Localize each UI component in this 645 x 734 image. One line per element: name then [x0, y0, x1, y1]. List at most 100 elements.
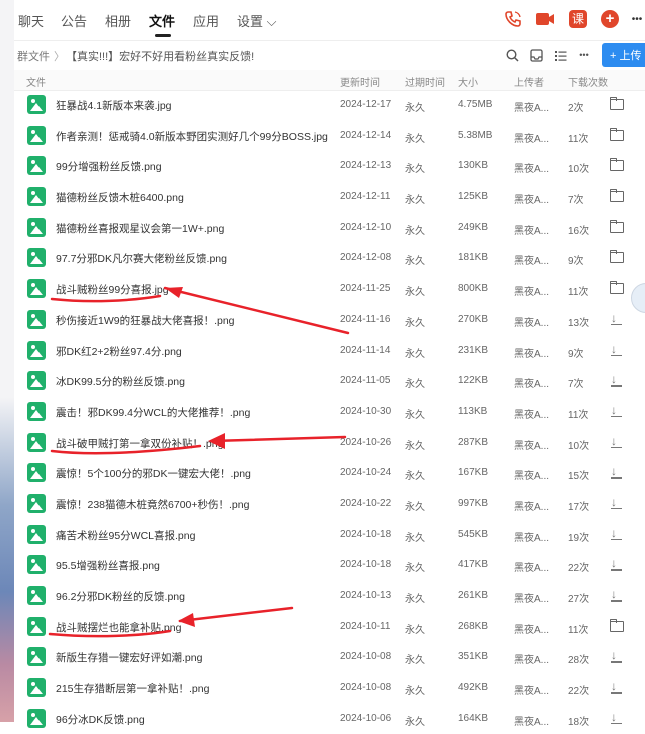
file-name[interactable]: 96.2分邪DK粉丝的反馈.png	[56, 589, 185, 604]
download-icon[interactable]: ↓	[610, 557, 624, 571]
file-download-count: 11次	[568, 133, 589, 145]
file-row[interactable]: 战斗贼粉丝99分喜报.jpg 2024-11-25 永久 800KB 黑夜A... 11次	[14, 274, 645, 305]
file-row[interactable]: 猫德粉丝喜报观星议会第一1W+.png 2024-12-10 永久 249KB 黑夜A.…	[14, 213, 645, 244]
file-name[interactable]: 冰DK99.5分的粉丝反馈.png	[56, 374, 185, 389]
file-uploader: 黑夜A...	[514, 501, 550, 513]
download-icon[interactable]: ↓	[610, 404, 624, 418]
upload-button[interactable]: + 上传	[602, 43, 645, 67]
file-name[interactable]: 秒伤接近1W9的狂暴战大佬喜报！.png	[56, 313, 235, 328]
file-row[interactable]: 猫德粉丝反馈木桩6400.png 2024-12-11 永久 125KB 黑夜A... 7…	[14, 182, 645, 213]
open-folder-icon[interactable]	[610, 127, 624, 142]
plus-circle-icon[interactable]: +	[599, 8, 621, 30]
col-date[interactable]: 更新时间	[340, 74, 380, 89]
col-name[interactable]: 文件	[26, 74, 46, 89]
open-folder-icon[interactable]	[610, 281, 624, 295]
open-folder-icon[interactable]	[610, 618, 624, 633]
download-icon[interactable]: ↓	[610, 373, 624, 387]
download-icon[interactable]: ↓	[610, 465, 624, 479]
file-name[interactable]: 95.5增强粉丝喜报.png	[56, 558, 160, 573]
file-name[interactable]: 战斗贼摆烂也能拿补贴.png	[56, 620, 181, 635]
tab-announcement[interactable]: 公告	[61, 11, 87, 30]
file-row[interactable]: 战斗贼摆烂也能拿补贴.png 2024-10-11 永久 268KB 黑夜A... 11次	[14, 612, 645, 643]
open-folder-icon[interactable]	[610, 158, 624, 172]
file-download-count: 11次	[568, 409, 589, 421]
file-name[interactable]: 狂暴战4.1新版本来袭.jpg	[56, 98, 172, 113]
phone-icon[interactable]	[502, 8, 524, 30]
file-download-count: 7次	[568, 195, 584, 207]
col-size[interactable]: 大小	[458, 74, 478, 89]
file-name[interactable]: 战斗破甲贼打第一拿双份补贴！.png	[56, 436, 223, 451]
more-options-icon[interactable]: •••	[576, 47, 592, 63]
col-downloads[interactable]: 下载次数	[568, 74, 608, 89]
video-icon[interactable]	[534, 8, 556, 30]
file-name[interactable]: 新版生存猎一键宏好评如潮.png	[56, 650, 202, 665]
file-name[interactable]: 99分增强粉丝反馈.png	[56, 159, 162, 174]
image-file-icon	[27, 217, 46, 237]
download-icon[interactable]: ↓	[610, 435, 624, 449]
file-row[interactable]: 震惊！238猫德木桩竟然6700+秒伤！.png 2024-10-22 永久 997K…	[14, 489, 645, 520]
file-row[interactable]: 作者亲测！惩戒骑4.0新版本野团实测好几个99分BOSS.jpg 2024-12-…	[14, 121, 645, 152]
file-row[interactable]: 新版生存猎一键宏好评如潮.png 2024-10-08 永久 351KB 黑夜A... 2…	[14, 642, 645, 673]
file-row[interactable]: 战斗破甲贼打第一拿双份补贴！.png 2024-10-26 永久 287KB 黑夜A..…	[14, 428, 645, 459]
image-file-icon	[27, 340, 46, 360]
file-name[interactable]: 震击！邪DK99.4分WCL的大佬推荐！.png	[56, 405, 250, 420]
file-row[interactable]: 秒伤接近1W9的狂暴战大佬喜报！.png 2024-11-16 永久 270KB 黑夜A…	[14, 305, 645, 336]
file-name[interactable]: 震惊！5个100分的邪DK一键宏大佬！.png	[56, 466, 251, 481]
file-row[interactable]: 99分增强粉丝反馈.png 2024-12-13 永久 130KB 黑夜A... 10次	[14, 151, 645, 182]
download-icon[interactable]: ↓	[610, 588, 624, 602]
search-icon[interactable]	[504, 47, 520, 63]
file-name[interactable]: 痛苦术粉丝95分WCL喜报.png	[56, 528, 195, 543]
file-row[interactable]: 96分冰DK反馈.png 2024-10-06 永久 164KB 黑夜A... 18次 ↓	[14, 704, 645, 734]
file-size: 130KB	[458, 160, 489, 172]
file-name[interactable]: 战斗贼粉丝99分喜报.jpg	[56, 282, 169, 297]
file-row[interactable]: 冰DK99.5分的粉丝反馈.png 2024-11-05 永久 122KB 黑夜A...…	[14, 366, 645, 397]
file-name[interactable]: 震惊！238猫德木桩竟然6700+秒伤！.png	[56, 497, 249, 512]
breadcrumb-root[interactable]: 群文件	[17, 48, 50, 64]
col-expire[interactable]: 过期时间	[405, 74, 445, 89]
tab-apps[interactable]: 应用	[193, 11, 219, 30]
file-row[interactable]: 96.2分邪DK粉丝的反馈.png 2024-10-13 永久 261KB 黑夜A...…	[14, 581, 645, 612]
inbox-icon[interactable]	[528, 47, 544, 63]
file-uploader: 黑夜A...	[514, 716, 550, 728]
image-file-icon	[27, 125, 46, 145]
tab-album[interactable]: 相册	[105, 11, 131, 30]
file-name[interactable]: 作者亲测！惩戒骑4.0新版本野团实测好几个99分BOSS.jpg	[56, 129, 328, 144]
download-icon[interactable]: ↓	[610, 680, 624, 694]
tab-files[interactable]: 文件	[149, 11, 175, 30]
more-icon[interactable]: •••	[626, 8, 645, 30]
download-icon[interactable]: ↓	[610, 343, 624, 357]
tab-chat[interactable]: 聊天	[18, 11, 44, 30]
file-name[interactable]: 96分冰DK反馈.png	[56, 712, 145, 727]
download-icon[interactable]: ↓	[610, 527, 624, 541]
file-row[interactable]: 震惊！5个100分的邪DK一键宏大佬！.png 2024-10-24 永久 167KB…	[14, 458, 645, 489]
tab-settings[interactable]: 设置 ⌵	[237, 11, 276, 30]
file-row[interactable]: 邪DK红2+2粉丝97.4分.png 2024-11-14 永久 231KB 黑夜A..…	[14, 336, 645, 367]
file-name[interactable]: 猫德粉丝喜报观星议会第一1W+.png	[56, 221, 224, 236]
download-icon[interactable]: ↓	[610, 496, 624, 510]
list-view-icon[interactable]	[552, 47, 568, 63]
file-row[interactable]: 95.5增强粉丝喜报.png 2024-10-18 永久 417KB 黑夜A... 22次…	[14, 550, 645, 581]
download-icon[interactable]: ↓	[610, 711, 624, 725]
file-size: 249KB	[458, 221, 489, 233]
breadcrumb-separator: 〉	[54, 51, 65, 63]
open-folder-icon[interactable]	[610, 250, 624, 264]
open-folder-icon[interactable]	[610, 97, 624, 111]
download-icon[interactable]: ↓	[610, 649, 624, 663]
file-name[interactable]: 猫德粉丝反馈木桩6400.png	[56, 190, 184, 205]
file-download-count: 9次	[568, 348, 584, 360]
file-row[interactable]: 215生存猎断层第一拿补贴！.png 2024-10-08 永久 492KB 黑夜A..…	[14, 673, 645, 704]
image-file-icon	[27, 708, 46, 728]
file-row[interactable]: 震击！邪DK99.4分WCL的大佬推荐！.png 2024-10-30 永久 113K…	[14, 397, 645, 428]
open-folder-icon[interactable]	[610, 189, 624, 203]
file-name[interactable]: 97.7分邪DK凡尔赛大佬粉丝反馈.png	[56, 251, 227, 266]
file-name[interactable]: 邪DK红2+2粉丝97.4分.png	[56, 344, 182, 359]
col-uploader[interactable]: 上传者	[514, 74, 544, 89]
file-row[interactable]: 狂暴战4.1新版本来袭.jpg 2024-12-17 永久 4.75MB 黑夜A... 2…	[14, 90, 645, 121]
file-row[interactable]: 痛苦术粉丝95分WCL喜报.png 2024-10-18 永久 545KB 黑夜A...…	[14, 520, 645, 551]
class-icon[interactable]: 课	[567, 8, 589, 30]
file-row[interactable]: 97.7分邪DK凡尔赛大佬粉丝反馈.png 2024-12-08 永久 181KB 黑夜…	[14, 243, 645, 274]
open-folder-icon[interactable]	[610, 219, 624, 234]
file-expire: 永久	[405, 686, 425, 698]
file-name[interactable]: 215生存猎断层第一拿补贴！.png	[56, 681, 209, 696]
download-icon[interactable]: ↓	[610, 312, 624, 326]
